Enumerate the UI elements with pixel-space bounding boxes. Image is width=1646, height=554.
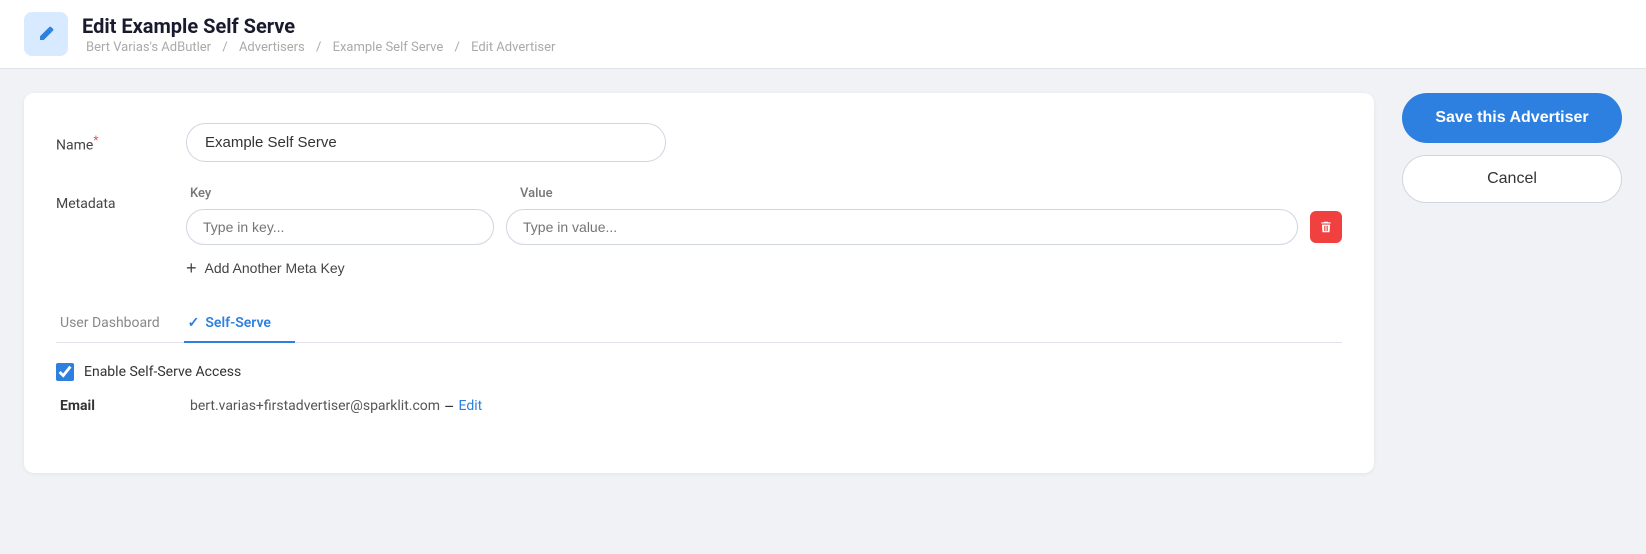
main-layout: Name* Metadata Key Value	[0, 69, 1646, 497]
tab-content: Enable Self-Serve Access Email bert.vari…	[56, 343, 1342, 416]
breadcrumb-item-1: Bert Varias's AdButler	[86, 40, 211, 55]
meta-row-1	[186, 209, 1342, 245]
enable-self-serve-checkbox[interactable]	[56, 363, 74, 381]
name-input[interactable]	[186, 123, 666, 162]
edit-icon	[35, 23, 57, 45]
metadata-fields: Key Value + Add Another Meta Key	[186, 186, 1342, 281]
add-meta-label: Add Another Meta Key	[205, 260, 345, 276]
tabs-row: User Dashboard ✓ Self-Serve	[56, 305, 1342, 343]
header-icon	[24, 12, 68, 56]
enable-self-serve-label[interactable]: Enable Self-Serve Access	[84, 364, 241, 380]
breadcrumb-sep-2: /	[316, 40, 321, 55]
breadcrumb-sep-3: /	[454, 40, 459, 55]
page-header: Edit Example Self Serve Bert Varias's Ad…	[0, 0, 1646, 69]
save-advertiser-button[interactable]: Save this Advertiser	[1402, 93, 1622, 143]
breadcrumb-item-4: Edit Advertiser	[471, 40, 555, 55]
breadcrumb-sep-1: /	[222, 40, 227, 55]
breadcrumb-item-3: Example Self Serve	[333, 40, 444, 55]
tab-user-dashboard-label: User Dashboard	[60, 315, 160, 331]
trash-icon	[1319, 220, 1333, 234]
name-row: Name*	[56, 123, 1342, 162]
meta-value-header: Value	[506, 186, 1342, 201]
name-field-container	[186, 123, 1342, 162]
meta-key-header: Key	[186, 186, 506, 201]
email-edit-link[interactable]: Edit	[459, 398, 483, 414]
meta-key-input[interactable]	[186, 209, 494, 245]
breadcrumb: Bert Varias's AdButler / Advertisers / E…	[82, 40, 559, 55]
form-card: Name* Metadata Key Value	[24, 93, 1374, 473]
check-icon: ✓	[188, 315, 200, 331]
plus-icon: +	[186, 259, 197, 277]
email-value: bert.varias+firstadvertiser@sparklit.com	[190, 398, 440, 414]
page-title: Edit Example Self Serve	[82, 14, 559, 38]
enable-self-serve-row: Enable Self-Serve Access	[56, 363, 1342, 381]
email-row: Email bert.varias+firstadvertiser@sparkl…	[56, 397, 1342, 416]
add-meta-button[interactable]: + Add Another Meta Key	[186, 255, 345, 281]
email-dash-char: –	[444, 397, 455, 416]
breadcrumb-item-2: Advertisers	[239, 40, 305, 55]
delete-meta-button[interactable]	[1310, 211, 1342, 243]
email-label: Email	[60, 398, 190, 414]
name-label: Name*	[56, 123, 186, 154]
header-text: Edit Example Self Serve Bert Varias's Ad…	[82, 14, 559, 55]
metadata-row: Metadata Key Value + Ad	[56, 186, 1342, 281]
meta-value-input[interactable]	[506, 209, 1298, 245]
sidebar-actions: Save this Advertiser Cancel	[1402, 93, 1622, 203]
tab-user-dashboard[interactable]: User Dashboard	[56, 305, 184, 343]
cancel-button[interactable]: Cancel	[1402, 155, 1622, 203]
meta-header: Key Value	[186, 186, 1342, 201]
tab-self-serve-label: Self-Serve	[205, 315, 271, 331]
metadata-label: Metadata	[56, 186, 186, 212]
tab-self-serve[interactable]: ✓ Self-Serve	[184, 305, 295, 343]
